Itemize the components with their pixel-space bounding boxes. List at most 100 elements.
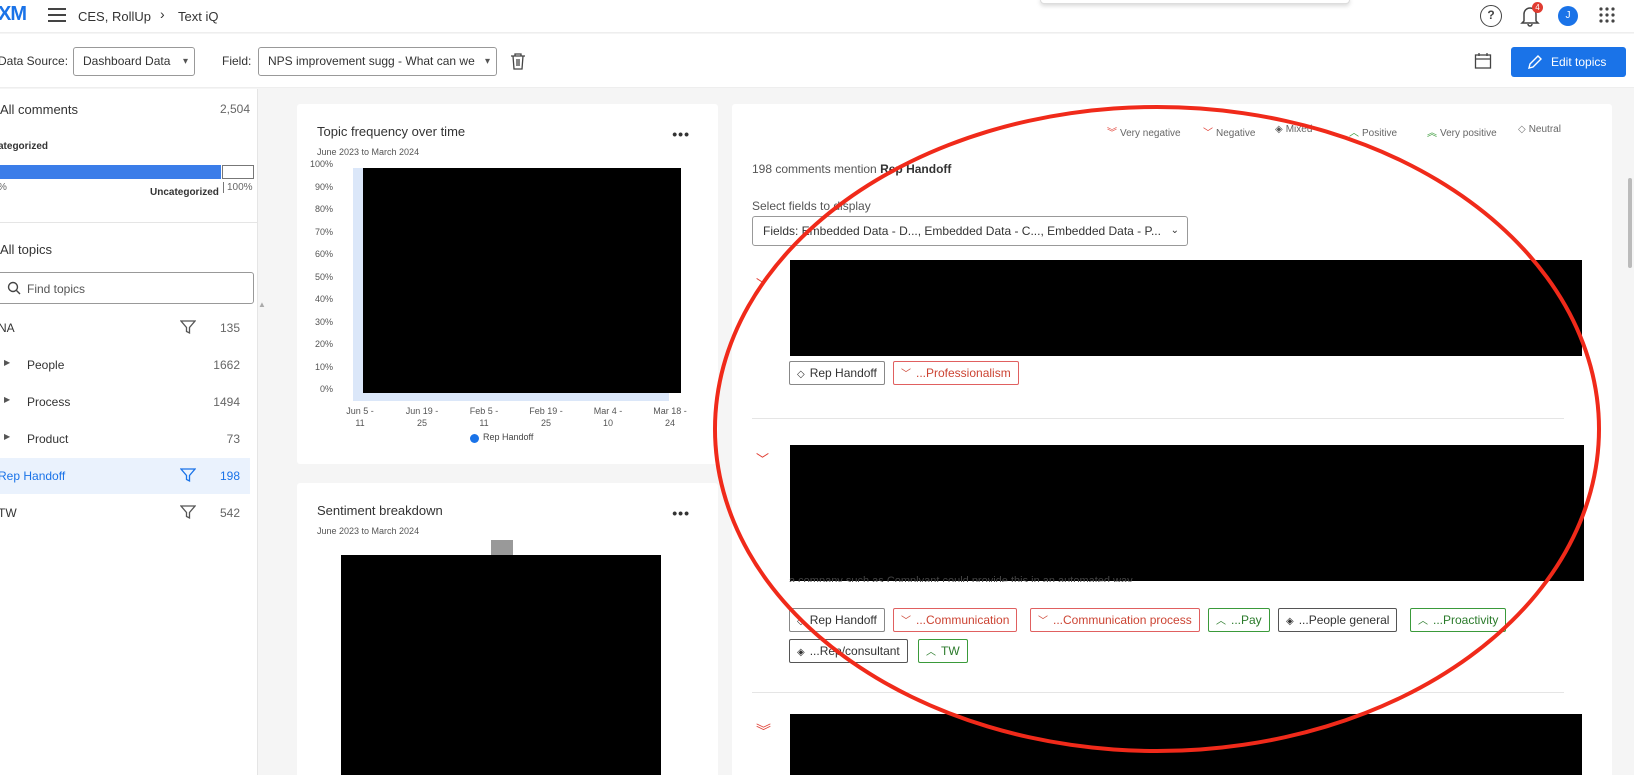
breadcrumb-project[interactable]: CES, RollUp (78, 9, 151, 24)
topic-count: 1494 (213, 395, 240, 409)
uncategorized-label[interactable]: Uncategorized (150, 187, 219, 198)
topic-count: 542 (219, 506, 240, 520)
pencil-icon (1528, 55, 1542, 69)
tag-label: Rep Handoff (809, 613, 877, 627)
more-options-icon[interactable]: ••• (672, 126, 690, 142)
negative-sentiment-icon: ﹀ (756, 277, 770, 292)
sentiment-legend-label: Positive (1362, 128, 1398, 139)
divider (0, 222, 258, 223)
topic-tag[interactable]: ◇ Rep Handoff (789, 361, 885, 385)
app-grid-icon[interactable] (1598, 6, 1620, 28)
y-tick-label: 40% (314, 294, 333, 304)
topic-row-na[interactable]: NA 135 (0, 310, 250, 346)
chevron-down-icon: ⌄ (1170, 225, 1179, 236)
categorized-label: ategorized (0, 141, 49, 152)
tag-label: ...Professionalism (916, 366, 1011, 380)
very-negative-sentiment-icon: ︾ (756, 723, 772, 740)
topic-tag[interactable]: ◈ ...People general (1278, 608, 1398, 632)
card-subtitle: June 2023 to March 2024 (317, 147, 420, 157)
topic-row-product[interactable]: ▶ Product 73 (0, 421, 250, 457)
topic-name: People (27, 358, 65, 372)
tag-label: ...Communication process (1053, 613, 1192, 627)
menu-icon[interactable] (48, 8, 66, 22)
scroll-up-arrow-icon[interactable]: ▲ (258, 300, 266, 312)
edit-topics-button[interactable]: Edit topics (1511, 47, 1626, 77)
topic-tag[interactable]: ◈ ...Rep/consultant (789, 639, 908, 663)
find-topics-input[interactable]: Find topics (0, 272, 254, 304)
card-title: Topic frequency over time (317, 124, 466, 139)
redacted-comment (790, 445, 1584, 581)
sentiment-legend-item: ︽ Very positive (1427, 124, 1497, 139)
topic-tag[interactable]: ︿ TW (918, 639, 968, 663)
all-comments-row[interactable]: All comments 2,504 (0, 102, 258, 117)
all-comments-count: 2,504 (219, 102, 250, 116)
tag-label: Rep Handoff (809, 366, 877, 380)
x-tick-label: Mar 18 -24 (653, 406, 687, 428)
topic-name: Rep Handoff (0, 469, 66, 483)
tag-sentiment-icon: ◇ (797, 616, 805, 627)
redacted-comment (790, 714, 1582, 775)
mention-summary: 198 comments mention Rep Handoff (752, 162, 951, 176)
sentiment-legend-item: ﹀ Negative (1203, 124, 1255, 139)
comment-text: a company such as Complyant could provid… (789, 575, 1135, 582)
topic-tag[interactable]: ﹀ ...Professionalism (893, 361, 1019, 385)
sentiment-legend-item: ︾ Very negative (1107, 124, 1181, 139)
notification-count-badge: 4 (1532, 2, 1543, 13)
search-icon (7, 281, 21, 295)
sentiment-legend-item: ︿ Positive (1349, 124, 1397, 139)
sentiment-icon: ◈ (1275, 124, 1283, 135)
data-source-label: Data Source: (0, 54, 69, 68)
page-scrollbar[interactable] (1628, 178, 1632, 268)
expand-caret-icon[interactable]: ▶ (4, 395, 10, 404)
calendar-icon[interactable] (1474, 52, 1492, 70)
help-icon[interactable]: ? (1480, 5, 1502, 27)
data-source-select[interactable]: Dashboard Data ▾ (73, 47, 195, 76)
y-tick-label: 10% (314, 361, 333, 372)
field-value: NPS improvement sugg - What can we (268, 54, 475, 68)
sentiment-icon: ︿ (1349, 128, 1359, 139)
y-tick-label: 90% (314, 181, 333, 192)
topic-tag[interactable]: ﹀ ...Communication process (1030, 608, 1200, 632)
sentiment-breakdown-card: Sentiment breakdown June 2023 to March 2… (297, 483, 718, 775)
expand-caret-icon[interactable]: ▶ (4, 432, 10, 441)
notification-bell-icon[interactable]: 4 (1520, 2, 1543, 27)
chevron-down-icon: ▾ (182, 56, 188, 67)
trash-icon[interactable] (510, 52, 528, 72)
categorized-fill (0, 165, 221, 179)
field-select[interactable]: NPS improvement sugg - What can we ▾ (258, 47, 497, 76)
filter-icon[interactable] (180, 319, 196, 335)
bar-segment (491, 540, 513, 556)
breadcrumb-chevron-icon: › (160, 6, 165, 22)
topic-tag[interactable]: ﹀ ...Communication (893, 608, 1018, 632)
breadcrumb-page: Text iQ (178, 9, 219, 24)
bar-max-label: 100% (223, 182, 253, 193)
search-placeholder: Find topics (27, 282, 86, 296)
y-tick-label: 70% (314, 226, 333, 237)
topic-count: 135 (219, 321, 240, 335)
topic-tag[interactable]: ◇ Rep Handoff (789, 608, 885, 632)
negative-sentiment-icon: ﹀ (756, 452, 770, 467)
more-options-icon[interactable]: ••• (672, 505, 690, 521)
filter-icon[interactable] (180, 504, 196, 520)
fields-select[interactable]: Fields: Embedded Data - D..., Embedded D… (752, 216, 1188, 246)
user-avatar[interactable]: J (1558, 6, 1578, 26)
sentiment-legend-label: Very negative (1120, 128, 1181, 139)
topic-tag[interactable]: ︿ ...Pay (1208, 608, 1270, 632)
tag-sentiment-icon: ︿ (926, 647, 936, 658)
expand-caret-icon[interactable]: ▶ (4, 358, 10, 367)
sentiment-legend-item: ◈ Mixed (1275, 124, 1312, 135)
legend-label: Rep Handoff (483, 432, 534, 442)
y-tick-label: 80% (314, 204, 333, 214)
topic-row-tw[interactable]: TW 542 (0, 495, 250, 531)
xm-logo[interactable]: XM (0, 3, 27, 26)
tag-sentiment-icon: ◈ (1286, 616, 1294, 627)
legend-swatch (470, 434, 479, 443)
filter-icon[interactable] (180, 467, 196, 483)
y-tick-label: 30% (314, 316, 333, 327)
topic-row-rep-handoff[interactable]: Rep Handoff 198 (0, 458, 250, 494)
topic-tag[interactable]: ︿ ...Proactivity (1410, 608, 1507, 632)
topic-row-process[interactable]: ▶ Process 1494 (0, 384, 250, 420)
fields-value: Fields: Embedded Data - D..., Embedded D… (763, 224, 1161, 238)
topic-row-people[interactable]: ▶ People 1662 (0, 347, 250, 383)
topic-count: 73 (226, 432, 240, 446)
